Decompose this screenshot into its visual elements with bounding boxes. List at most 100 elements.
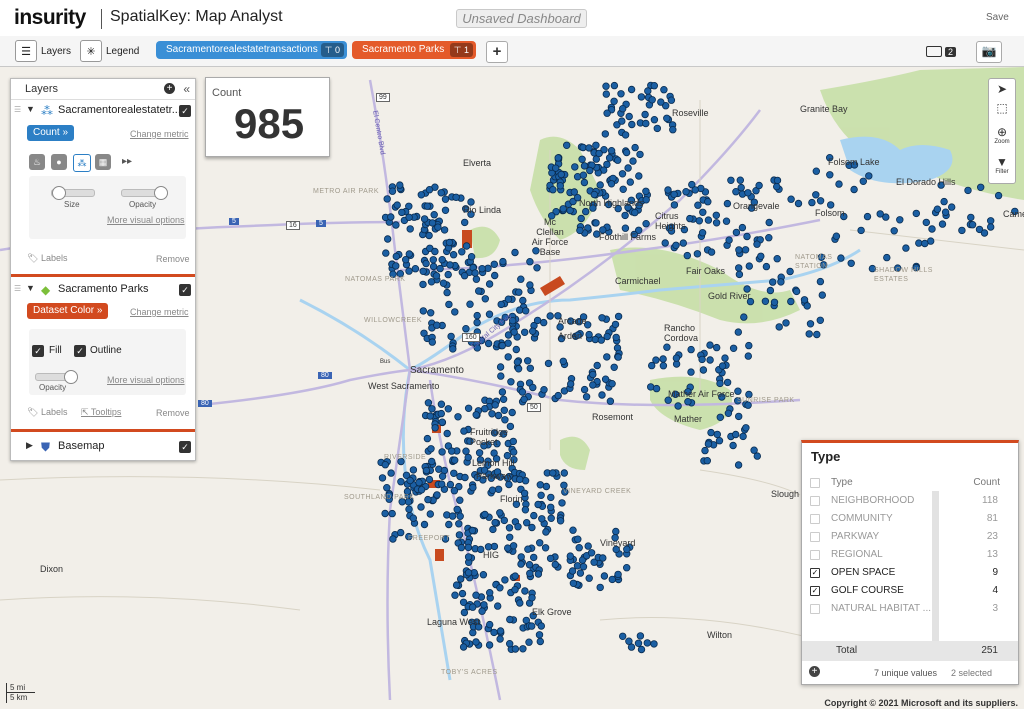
real-estate-point[interactable] (491, 271, 499, 280)
real-estate-point[interactable] (467, 253, 476, 261)
real-estate-point[interactable] (729, 441, 737, 450)
real-estate-point[interactable] (510, 328, 518, 336)
real-estate-point[interactable] (528, 523, 536, 532)
real-estate-point[interactable] (596, 181, 604, 189)
real-estate-point[interactable] (468, 526, 477, 535)
real-estate-point[interactable] (427, 445, 435, 453)
real-estate-point[interactable] (724, 409, 733, 417)
real-estate-point[interactable] (786, 267, 794, 276)
real-estate-point[interactable] (602, 90, 610, 98)
remove-layer-button[interactable]: Remove (156, 408, 190, 418)
real-estate-point[interactable] (388, 509, 396, 518)
real-estate-point[interactable] (520, 395, 528, 403)
real-estate-point[interactable] (575, 544, 583, 552)
real-estate-point[interactable] (517, 553, 525, 561)
real-estate-point[interactable] (857, 226, 865, 235)
cluster-icon[interactable]: ● (51, 154, 67, 170)
real-estate-point[interactable] (624, 164, 632, 172)
real-estate-point[interactable] (650, 115, 659, 124)
real-estate-point[interactable] (526, 364, 534, 372)
real-estate-point[interactable] (447, 332, 455, 341)
real-estate-point[interactable] (464, 543, 473, 552)
change-metric-link[interactable]: Change metric (130, 307, 189, 317)
real-estate-point[interactable] (523, 519, 531, 527)
real-estate-point[interactable] (574, 535, 582, 543)
real-estate-point[interactable] (423, 434, 432, 443)
real-estate-point[interactable] (803, 302, 811, 310)
real-estate-point[interactable] (580, 178, 589, 187)
real-estate-point[interactable] (636, 150, 644, 159)
real-estate-point[interactable] (732, 430, 740, 439)
real-estate-point[interactable] (716, 379, 724, 388)
real-estate-point[interactable] (508, 408, 516, 417)
real-estate-point[interactable] (478, 265, 486, 273)
real-estate-point[interactable] (429, 256, 437, 264)
type-row[interactable]: NEIGHBORHOOD 118 (802, 492, 1018, 510)
real-estate-point[interactable] (618, 170, 627, 178)
real-estate-point[interactable] (580, 385, 589, 394)
real-estate-point[interactable] (498, 341, 506, 350)
real-estate-point[interactable] (521, 506, 530, 514)
real-estate-point[interactable] (698, 228, 707, 237)
real-estate-point[interactable] (571, 163, 579, 171)
real-estate-point[interactable] (847, 259, 855, 267)
real-estate-point[interactable] (577, 214, 585, 223)
real-estate-point[interactable] (516, 599, 524, 607)
real-estate-point[interactable] (859, 177, 867, 185)
real-estate-point[interactable] (511, 572, 519, 580)
real-estate-point[interactable] (735, 270, 744, 279)
real-estate-point[interactable] (816, 316, 824, 324)
type-row[interactable]: COMMUNITY 81 (802, 510, 1018, 528)
metric-button[interactable]: Dataset Color » (27, 303, 109, 319)
layers-button[interactable]: ☰ Layers (15, 40, 71, 62)
real-estate-point[interactable] (812, 167, 820, 175)
real-estate-point[interactable] (818, 291, 826, 299)
real-estate-point[interactable] (547, 514, 555, 522)
real-estate-point[interactable] (542, 528, 550, 536)
real-estate-point[interactable] (519, 645, 527, 653)
real-estate-point[interactable] (427, 278, 436, 286)
real-estate-point[interactable] (547, 493, 555, 502)
tooltips-button[interactable]: ⇱ Tooltips (81, 407, 121, 418)
real-estate-point[interactable] (451, 308, 459, 316)
real-estate-point[interactable] (500, 406, 508, 414)
real-estate-point[interactable] (538, 515, 546, 523)
real-estate-point[interactable] (551, 560, 559, 569)
real-estate-point[interactable] (491, 518, 499, 527)
real-estate-point[interactable] (750, 446, 758, 454)
real-estate-point[interactable] (462, 325, 470, 333)
real-estate-point[interactable] (480, 601, 488, 609)
real-estate-point[interactable] (472, 591, 480, 599)
real-estate-point[interactable] (490, 628, 498, 637)
real-estate-point[interactable] (478, 607, 486, 615)
real-estate-point[interactable] (896, 216, 904, 224)
filter-count-badge[interactable]: ⊤ 1 (449, 43, 473, 57)
filter-tool[interactable]: ▼ Filter (989, 155, 1015, 175)
real-estate-point[interactable] (578, 155, 586, 163)
real-estate-point[interactable] (534, 500, 542, 509)
real-estate-point[interactable] (514, 365, 523, 373)
real-estate-point[interactable] (462, 447, 470, 455)
real-estate-point[interactable] (436, 264, 444, 273)
real-estate-point[interactable] (732, 228, 741, 237)
real-estate-point[interactable] (912, 209, 920, 218)
real-estate-point[interactable] (552, 164, 560, 172)
real-estate-point[interactable] (546, 312, 554, 320)
real-estate-point[interactable] (695, 217, 703, 225)
real-estate-point[interactable] (659, 355, 667, 363)
real-estate-point[interactable] (921, 239, 929, 248)
real-estate-point[interactable] (586, 166, 594, 175)
opacity-slider-knob[interactable] (64, 370, 78, 384)
real-estate-point[interactable] (526, 258, 534, 266)
real-estate-point[interactable] (725, 236, 733, 244)
real-estate-point[interactable] (518, 388, 527, 396)
real-estate-point[interactable] (488, 410, 496, 418)
real-estate-point[interactable] (494, 602, 502, 610)
real-estate-point[interactable] (621, 131, 630, 139)
real-estate-point[interactable] (938, 220, 947, 228)
real-estate-point[interactable] (994, 191, 1003, 200)
real-estate-point[interactable] (593, 361, 601, 370)
real-estate-point[interactable] (481, 405, 489, 413)
real-estate-point[interactable] (392, 221, 400, 229)
real-estate-point[interactable] (461, 473, 469, 482)
